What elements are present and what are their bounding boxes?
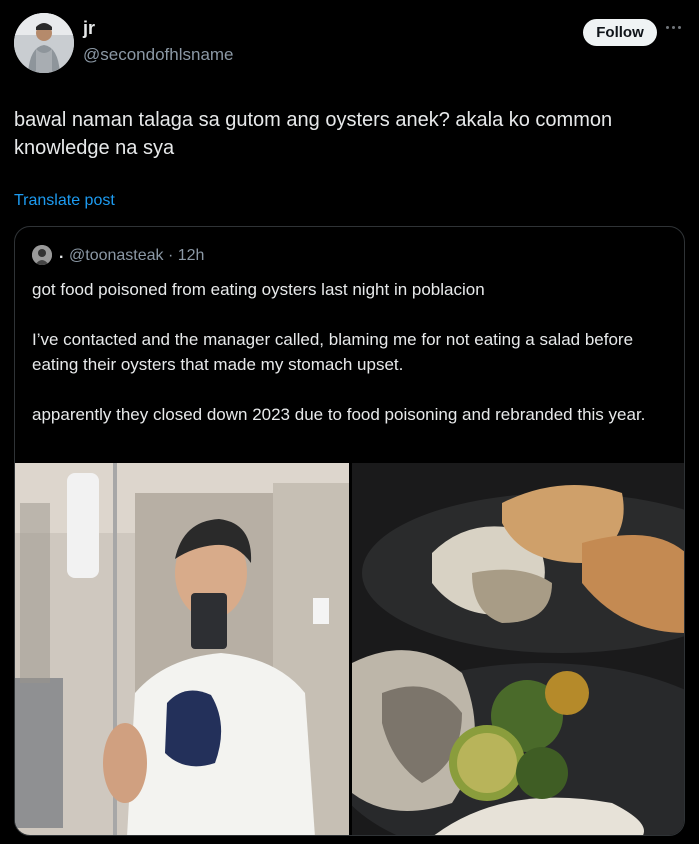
quoted-post[interactable]: . @toonasteak · 12h got food poisoned fr… <box>14 226 685 836</box>
quoted-media <box>15 463 684 835</box>
quoted-paragraph: got food poisoned from eating oysters la… <box>32 280 485 299</box>
follow-button[interactable]: Follow <box>583 19 657 46</box>
post-header: jr @secondofhlsname Follow <box>0 0 699 90</box>
quoted-post-text: got food poisoned from eating oysters la… <box>32 277 672 452</box>
post-text: bawal naman talaga sa gutom ang oysters … <box>14 109 613 159</box>
quoted-author-avatar[interactable] <box>32 245 52 265</box>
author-name[interactable]: jr <box>83 18 95 39</box>
more-icon[interactable] <box>666 26 686 34</box>
author-handle[interactable]: @secondofhlsname <box>83 45 234 65</box>
oysters-image[interactable] <box>352 463 684 835</box>
hospital-selfie-image[interactable] <box>15 463 349 835</box>
quoted-author-name[interactable]: . <box>59 245 63 263</box>
translate-post-link[interactable]: Translate post <box>14 192 115 210</box>
quoted-paragraph: I’ve contacted and the manager called, b… <box>32 330 634 374</box>
author-avatar[interactable] <box>14 13 74 73</box>
quoted-author-handle-time[interactable]: @toonasteak · 12h <box>69 247 204 265</box>
quoted-paragraph: apparently they closed down 2023 due to … <box>32 405 646 424</box>
